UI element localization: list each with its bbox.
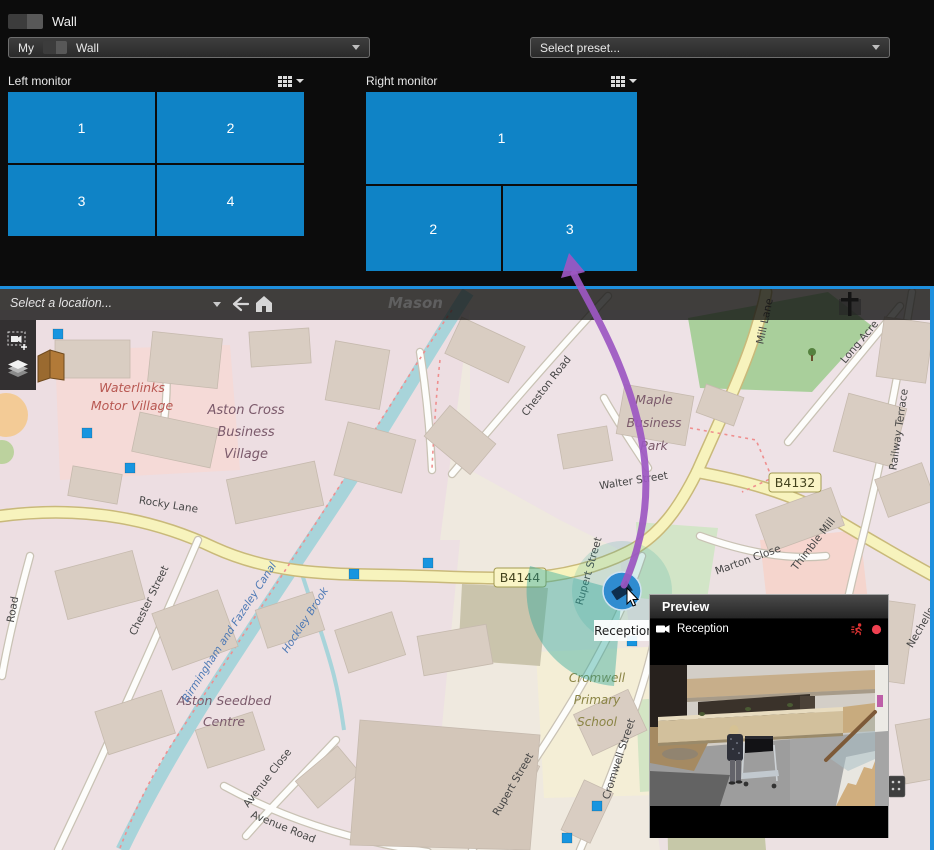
map-label: Motor Village [91, 398, 174, 413]
chevron-down-icon [352, 45, 360, 50]
wall-tile[interactable]: 2 [366, 186, 501, 271]
chevron-down-icon[interactable] [213, 302, 221, 307]
smart-client-window: Wall My Wall Select preset... Left monit… [0, 0, 934, 850]
camera-title-bar: Reception [650, 619, 888, 639]
grid-layout-icon [611, 76, 625, 87]
preview-title: Preview [650, 595, 888, 619]
wall-toggle[interactable] [8, 14, 43, 29]
select-cameras-tool[interactable] [7, 331, 29, 351]
map-label: Primary [574, 693, 621, 707]
preset-selector-dropdown[interactable]: Select preset... [530, 37, 890, 58]
home-button[interactable] [254, 293, 274, 315]
map-label: Village [224, 447, 268, 462]
layout-grid-button[interactable] [611, 76, 637, 87]
book-icon [38, 350, 64, 382]
map-label: Business [217, 425, 275, 440]
chevron-down-icon [629, 79, 637, 83]
preset-placeholder: Select preset... [540, 41, 620, 55]
map-toolbar: Select a location... Mason [0, 289, 934, 320]
monitor-right: Right monitor 1 2 3 [366, 70, 637, 271]
map-label: Park [640, 438, 668, 453]
monitor-left-title: Left monitor [8, 74, 71, 88]
wall-toggle-row: Wall [8, 14, 77, 29]
wall-selector-value: Wall [76, 41, 99, 55]
preview-popup: Preview Reception [649, 594, 889, 838]
grid-layout-icon [278, 76, 292, 87]
chevron-down-icon [296, 79, 304, 83]
wall-tile[interactable]: 4 [157, 165, 304, 236]
svg-text:Reception: Reception [594, 624, 654, 638]
wall-tile[interactable]: 1 [366, 92, 637, 184]
wall-tile[interactable]: 2 [157, 92, 304, 163]
map-label: Maple [635, 392, 673, 407]
wall-selector-prefix: My [18, 41, 34, 55]
map-label: Waterlinks [99, 380, 165, 395]
map-label-mason: Mason [388, 294, 443, 312]
wall-tile[interactable]: 1 [8, 92, 155, 163]
church-cross-icon [838, 291, 862, 319]
map-mini-icon [888, 776, 905, 797]
map-label: Business [626, 415, 682, 430]
location-select[interactable]: Select a location... [10, 296, 112, 310]
wall-icon [43, 41, 67, 54]
wall-tile[interactable]: 3 [8, 165, 155, 236]
wall-selector-dropdown[interactable]: My Wall [8, 37, 370, 58]
reception-camera-marker[interactable] [603, 572, 641, 610]
chevron-down-icon [872, 45, 880, 50]
camera-video-feed[interactable] [650, 639, 888, 838]
camera-map-label: Reception [594, 620, 654, 641]
monitor-left: Left monitor 1 2 3 4 [8, 70, 304, 236]
map-side-tools [0, 320, 36, 390]
panel-edge-highlight [930, 289, 934, 850]
camera-icon [656, 624, 670, 634]
svg-text:B4132: B4132 [775, 475, 815, 490]
video-frame [650, 639, 888, 838]
layout-grid-button[interactable] [278, 76, 304, 87]
tree-icon [808, 348, 816, 356]
map-label: Aston Cross [206, 403, 284, 418]
layers-tool[interactable] [8, 360, 28, 379]
wall-tile-drop-target[interactable]: 3 [503, 186, 638, 271]
map-label: Centre [203, 714, 245, 729]
monitor-right-title: Right monitor [366, 74, 437, 88]
wall-toggle-label: Wall [52, 14, 77, 29]
motion-indicator-icon [851, 623, 864, 636]
camera-name: Reception [677, 623, 729, 635]
map-label: School [577, 715, 618, 729]
back-button[interactable] [227, 293, 251, 315]
recording-indicator-icon [871, 624, 882, 635]
